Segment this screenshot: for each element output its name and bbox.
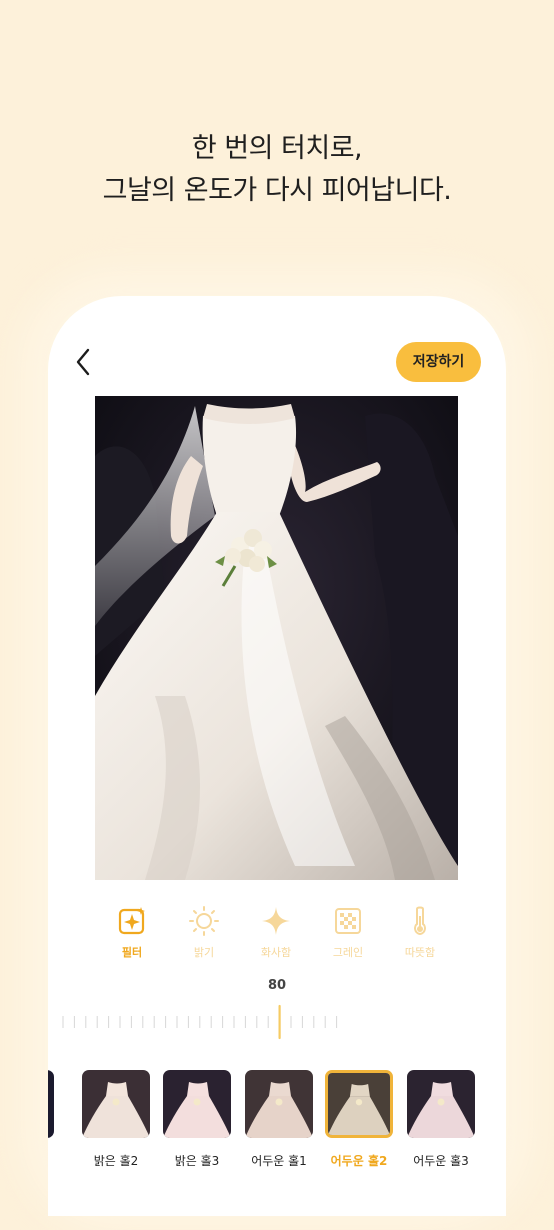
preset-thumbnail <box>163 1070 231 1138</box>
preset-item[interactable]: 어두운 홀3 <box>407 1070 475 1169</box>
sparkle-star-icon <box>262 907 290 935</box>
tool-label: 밝기 <box>193 946 215 959</box>
tool-label: 따뜻함 <box>404 946 436 959</box>
tool-warmth[interactable]: 따뜻함 <box>391 904 449 960</box>
tool-label: 필터 <box>121 946 143 959</box>
preset-thumbnail <box>48 1070 54 1138</box>
headline-line-2: 그날의 온도가 다시 피어납니다. <box>102 175 452 206</box>
tool-label: 화사함 <box>260 946 292 959</box>
tool-radiance[interactable]: 화사함 <box>247 904 305 960</box>
wedding-photo <box>95 396 458 880</box>
preset-item[interactable]: 어두운 홀1 <box>245 1070 313 1169</box>
slider-value: 80 <box>267 978 287 993</box>
grain-checker-icon <box>335 908 361 934</box>
headline-line-1: 한 번의 터치로, <box>191 133 363 164</box>
phone-frame: 저장하기 필터 밝기 화사함 그레인 따뜻함 80 밝은 홀2 밝은 홀3 어두… <box>48 296 506 1216</box>
preset-item[interactable]: 1 <box>48 1070 54 1166</box>
preset-label: 어두운 홀1 <box>251 1154 307 1168</box>
filter-sparkle-icon <box>118 907 145 935</box>
preset-item[interactable]: 밝은 홀3 <box>163 1070 231 1169</box>
brightness-sun-icon <box>189 906 219 936</box>
headline: 한 번의 터치로, 그날의 온도가 다시 피어납니다. <box>0 128 554 212</box>
tool-label: 그레인 <box>332 946 364 959</box>
preset-label: 밝은 홀3 <box>174 1154 220 1168</box>
preset-strip: 1 밝은 홀2 밝은 홀3 <box>48 1070 506 1180</box>
back-chevron-icon[interactable] <box>70 344 100 380</box>
tool-grain[interactable]: 그레인 <box>319 904 377 960</box>
tool-bar: 필터 밝기 화사함 그레인 따뜻함 <box>103 904 449 960</box>
preset-item[interactable]: 밝은 홀2 <box>82 1070 150 1169</box>
preset-label: 어두운 홀3 <box>413 1154 469 1168</box>
preset-thumbnail <box>325 1070 393 1138</box>
preset-label: 어두운 홀2 <box>330 1154 388 1168</box>
preset-thumbnail <box>82 1070 150 1138</box>
tool-brightness[interactable]: 밝기 <box>175 904 233 960</box>
preset-label: 1 <box>48 1152 54 1166</box>
preset-thumbnail <box>407 1070 475 1138</box>
save-button[interactable]: 저장하기 <box>396 342 481 382</box>
preset-thumbnail <box>245 1070 313 1138</box>
intensity-slider[interactable] <box>62 1004 347 1040</box>
preset-label: 밝은 홀2 <box>93 1154 139 1168</box>
tool-filter[interactable]: 필터 <box>103 904 161 960</box>
preset-item[interactable]: 어두운 홀2 <box>325 1070 393 1169</box>
thermometer-icon <box>414 906 426 936</box>
